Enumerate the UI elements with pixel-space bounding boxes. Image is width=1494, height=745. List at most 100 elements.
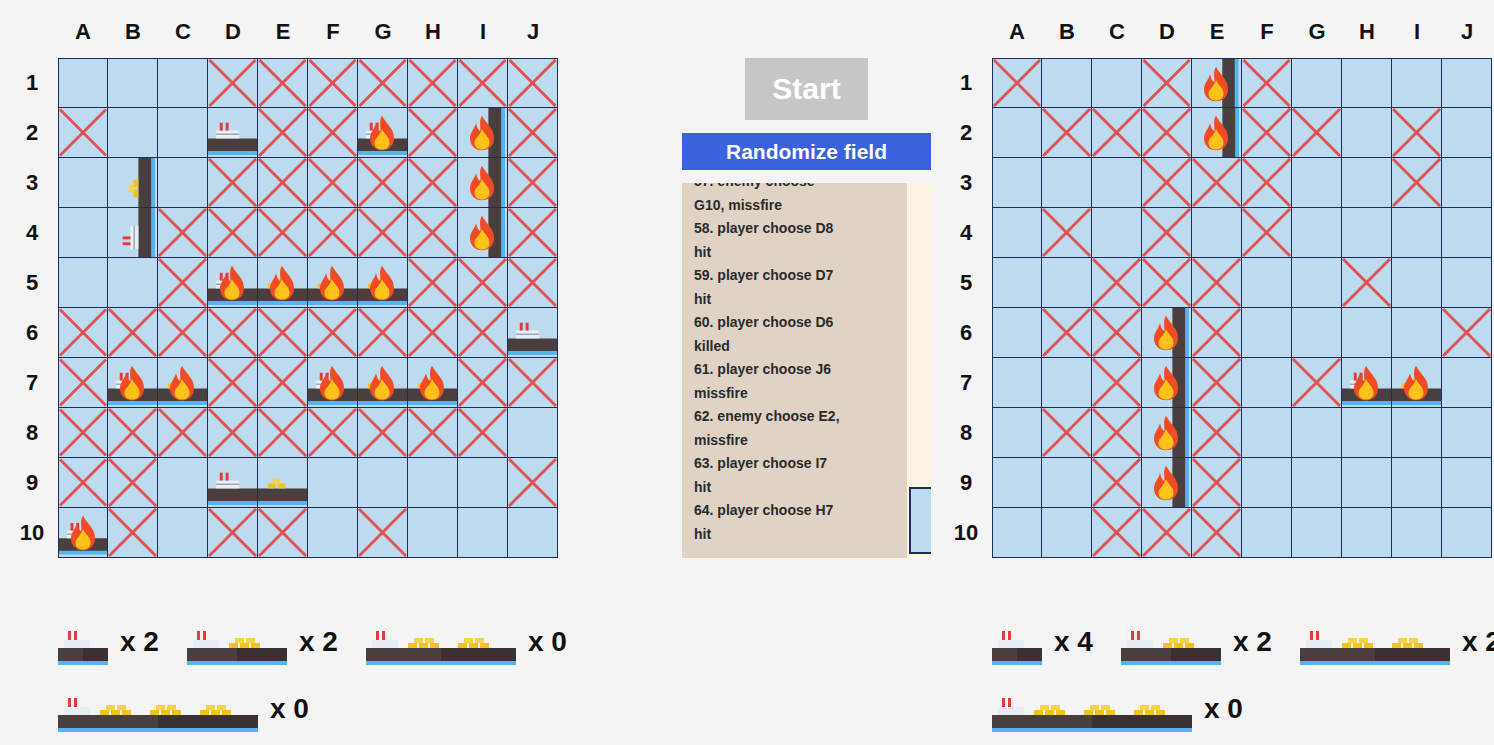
grid-cell[interactable] [1342,358,1392,408]
grid-cell[interactable] [1142,458,1192,508]
grid-cell[interactable] [1192,408,1242,458]
grid-cell[interactable] [1192,508,1242,558]
grid-cell[interactable] [1292,258,1342,308]
grid-cell[interactable] [1292,358,1342,408]
grid-cell[interactable] [1042,258,1092,308]
randomize-button[interactable]: Randomize field [682,133,931,170]
grid-cell[interactable] [1092,108,1142,158]
grid-cell[interactable] [1342,408,1392,458]
grid-cell[interactable] [1442,258,1492,308]
grid-cell[interactable] [1442,308,1492,358]
grid-cell[interactable] [1242,458,1292,508]
grid-cell[interactable] [1192,58,1242,108]
grid-cell[interactable] [1242,508,1292,558]
grid-cell[interactable] [1342,208,1392,258]
grid-cell[interactable] [1342,108,1392,158]
grid-cell[interactable] [1392,258,1442,308]
grid-cell[interactable] [992,208,1042,258]
grid-cell[interactable] [1392,158,1442,208]
grid-cell[interactable] [1142,158,1192,208]
grid-cell[interactable] [1242,58,1292,108]
grid-cell[interactable] [1042,358,1092,408]
grid-cell[interactable] [1042,208,1092,258]
grid-cell[interactable] [1142,108,1192,158]
grid-cell[interactable] [1342,258,1392,308]
grid-cell[interactable] [1392,358,1442,408]
grid-cell[interactable] [1042,158,1092,208]
grid-cell[interactable] [1342,508,1392,558]
grid-cell[interactable] [992,158,1042,208]
grid-cell[interactable] [1092,458,1142,508]
grid-cell[interactable] [1392,108,1442,158]
grid-cell[interactable] [1042,458,1092,508]
grid-cell[interactable] [1442,458,1492,508]
grid-cell[interactable] [1242,108,1292,158]
scrollbar-thumb[interactable] [909,487,931,554]
grid-cell[interactable] [1292,58,1342,108]
grid-cell[interactable] [1042,508,1092,558]
grid-cell[interactable] [1242,208,1292,258]
grid-cell[interactable] [1242,158,1292,208]
grid-cell[interactable] [992,108,1042,158]
grid-cell[interactable] [1242,308,1292,358]
grid-cell[interactable] [1392,408,1442,458]
grid-cell[interactable] [1092,308,1142,358]
grid-cell[interactable] [1242,408,1292,458]
grid-cell[interactable] [1192,108,1242,158]
log-scrollbar[interactable] [907,183,931,558]
grid-cell[interactable] [1142,208,1192,258]
grid-cell[interactable] [1142,258,1192,308]
grid-cell[interactable] [1042,408,1092,458]
grid-cell[interactable] [1442,208,1492,258]
grid-cell[interactable] [1092,208,1142,258]
grid-cell[interactable] [1442,108,1492,158]
grid-cell[interactable] [1292,158,1342,208]
grid-cell[interactable] [992,258,1042,308]
grid-cell[interactable] [1042,58,1092,108]
grid-cell[interactable] [1092,508,1142,558]
grid-cell[interactable] [1242,358,1292,408]
grid-cell[interactable] [1192,458,1242,508]
grid-cell[interactable] [1092,58,1142,108]
grid-cell[interactable] [1392,508,1442,558]
grid-cell[interactable] [1242,258,1292,308]
grid-cell[interactable] [1342,158,1392,208]
grid-cell[interactable] [1092,158,1142,208]
grid-cell[interactable] [1292,458,1342,508]
grid-cell[interactable] [1392,308,1442,358]
grid-cell[interactable] [1142,358,1192,408]
grid-cell[interactable] [1392,58,1442,108]
grid-cell[interactable] [1092,258,1142,308]
grid-cell[interactable] [1042,308,1092,358]
grid-cell[interactable] [1192,158,1242,208]
grid-cell[interactable] [1392,458,1442,508]
grid-cell[interactable] [1142,58,1192,108]
grid-cell[interactable] [992,458,1042,508]
grid-cell[interactable] [1292,108,1342,158]
grid-cell[interactable] [1142,308,1192,358]
grid-cell[interactable] [1442,358,1492,408]
grid-cell[interactable] [1192,308,1242,358]
grid-cell[interactable] [992,308,1042,358]
grid-cell[interactable] [992,58,1042,108]
grid-cell[interactable] [1192,258,1242,308]
grid-cell[interactable] [1442,408,1492,458]
grid-cell[interactable] [1292,308,1342,358]
grid-cell[interactable] [992,508,1042,558]
grid-cell[interactable] [1342,308,1392,358]
grid-cell[interactable] [1292,508,1342,558]
grid-cell[interactable] [1442,158,1492,208]
grid-cell[interactable] [1042,108,1092,158]
grid-cell[interactable] [1392,208,1442,258]
grid-cell[interactable] [1292,408,1342,458]
grid-cell[interactable] [1142,508,1192,558]
grid-cell[interactable] [992,358,1042,408]
grid-cell[interactable] [1092,408,1142,458]
grid-cell[interactable] [1292,208,1342,258]
start-button[interactable]: Start [745,58,868,120]
grid-cell[interactable] [1342,58,1392,108]
grid-cell[interactable] [1142,408,1192,458]
grid-cell[interactable] [1092,358,1142,408]
grid-cell[interactable] [1192,208,1242,258]
grid-cell[interactable] [1442,58,1492,108]
